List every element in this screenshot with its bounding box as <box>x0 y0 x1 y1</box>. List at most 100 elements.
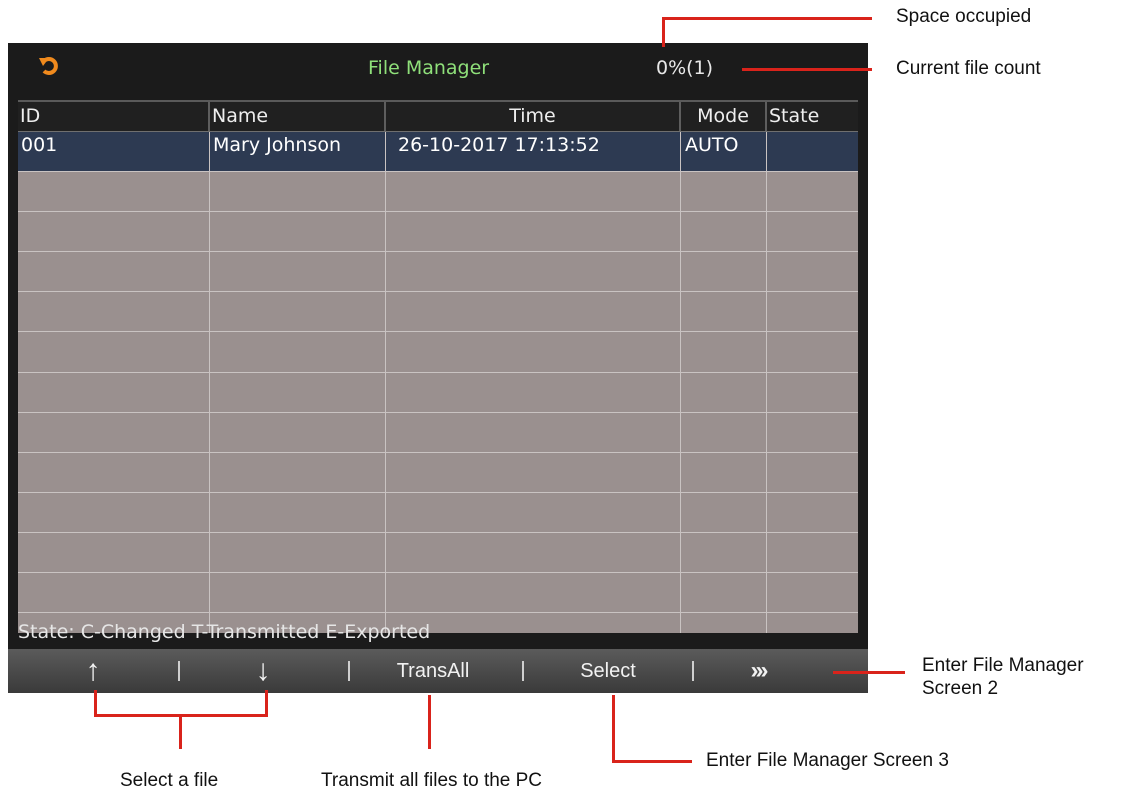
cell-name <box>210 332 386 372</box>
softkey-divider <box>178 661 180 681</box>
cell-state <box>767 413 858 452</box>
column-header-time: Time <box>386 102 681 131</box>
cell-time <box>386 492 681 532</box>
storage-usage: 0%(1) <box>656 57 714 79</box>
page-title: File Manager <box>368 57 490 79</box>
enter-screen2-label-line2: Screen 2 <box>922 678 999 699</box>
callout-line <box>612 760 692 763</box>
cell-time <box>386 252 681 292</box>
cell-id <box>18 573 210 613</box>
state-legend: State: C-Changed T-Transmitted E-Exporte… <box>18 621 431 643</box>
cell-id: 001 <box>18 132 210 172</box>
cell-id <box>18 252 210 292</box>
cell-state <box>767 533 858 572</box>
cell-time <box>386 452 681 492</box>
up-arrow-button[interactable]: ↑ <box>68 649 118 693</box>
cell-id <box>18 212 210 252</box>
transall-button[interactable]: TransAll <box>378 649 488 693</box>
current-file-count-label: Current file count <box>896 58 1041 79</box>
cell-state <box>767 453 858 492</box>
next-page-button[interactable]: ››› <box>723 649 793 693</box>
cell-state <box>767 212 858 251</box>
table-row-empty[interactable] <box>18 332 858 373</box>
table-row-empty[interactable] <box>18 252 858 293</box>
callout-line <box>662 17 872 20</box>
cell-name <box>210 292 386 332</box>
cell-mode: AUTO <box>681 132 767 172</box>
callout-line <box>179 714 182 749</box>
column-header-mode: Mode <box>681 102 767 131</box>
table-row[interactable]: 001 Mary Johnson 26-10-2017 17:13:52 AUT… <box>18 132 858 173</box>
cell-name <box>210 412 386 452</box>
cell-time <box>386 292 681 332</box>
cell-id <box>18 372 210 412</box>
cell-id <box>18 532 210 573</box>
cell-name <box>210 452 386 492</box>
cell-state <box>767 332 858 371</box>
callout-line <box>265 690 268 717</box>
table-row-empty[interactable] <box>18 212 858 253</box>
cell-state <box>767 373 858 412</box>
back-arrow-icon[interactable] <box>38 55 60 77</box>
cell-time <box>386 532 681 573</box>
cell-name <box>210 372 386 412</box>
table-row-empty[interactable] <box>18 573 858 614</box>
table-header: ID Name Time Mode State <box>18 100 858 132</box>
table-row-empty[interactable] <box>18 292 858 333</box>
cell-name: Mary Johnson <box>210 132 386 172</box>
cell-time <box>386 372 681 412</box>
table-row-empty[interactable] <box>18 532 858 574</box>
callout-line <box>428 695 431 749</box>
table-row-empty[interactable] <box>18 172 858 213</box>
softkey-divider <box>692 661 694 681</box>
cell-time <box>386 613 681 633</box>
file-table: ID Name Time Mode State 001 Mary Johnson… <box>18 100 858 633</box>
cell-time <box>386 412 681 452</box>
cell-state <box>767 613 858 633</box>
cell-time <box>386 332 681 372</box>
table-row-empty[interactable] <box>18 452 858 493</box>
cell-mode <box>681 492 767 532</box>
device-screen: File Manager 0%(1) ID Name Time Mode Sta… <box>8 43 868 693</box>
cell-mode <box>681 613 767 633</box>
cell-name <box>210 532 386 573</box>
cell-mode <box>681 573 767 613</box>
cell-state <box>767 132 858 171</box>
cell-state <box>767 172 858 211</box>
cell-name <box>210 252 386 292</box>
table-row-empty[interactable] <box>18 412 858 453</box>
down-arrow-button[interactable]: ↓ <box>238 649 288 693</box>
cell-mode <box>681 252 767 292</box>
cell-id <box>18 172 210 212</box>
cell-mode <box>681 172 767 212</box>
enter-screen3-label: Enter File Manager Screen 3 <box>706 750 949 771</box>
table-row-empty[interactable] <box>18 372 858 413</box>
space-occupied-label: Space occupied <box>896 6 1032 27</box>
cell-mode <box>681 212 767 252</box>
enter-screen2-label-line1: Enter File Manager <box>922 655 1084 676</box>
cell-mode <box>681 412 767 452</box>
cell-state <box>767 252 858 291</box>
cell-id <box>18 292 210 332</box>
cell-name <box>210 212 386 252</box>
table-row-empty[interactable] <box>18 492 858 533</box>
cell-state <box>767 573 858 612</box>
cell-name <box>210 172 386 212</box>
callout-line <box>833 671 905 674</box>
callout-line <box>742 68 872 71</box>
cell-time: 26-10-2017 17:13:52 <box>386 132 681 172</box>
callout-line <box>94 690 97 717</box>
softkey-divider <box>348 661 350 681</box>
cell-id <box>18 332 210 372</box>
callout-line <box>612 695 615 762</box>
cell-time <box>386 172 681 212</box>
transmit-all-label: Transmit all files to the PC <box>321 770 543 791</box>
select-button[interactable]: Select <box>558 649 658 693</box>
softkey-divider <box>522 661 524 681</box>
cell-name <box>210 492 386 532</box>
softkey-bar: ↑ ↓ TransAll Select ››› <box>8 649 868 693</box>
callout-line <box>662 17 665 47</box>
cell-mode <box>681 292 767 332</box>
column-header-name: Name <box>210 102 386 131</box>
table-body: 001 Mary Johnson 26-10-2017 17:13:52 AUT… <box>18 132 858 633</box>
